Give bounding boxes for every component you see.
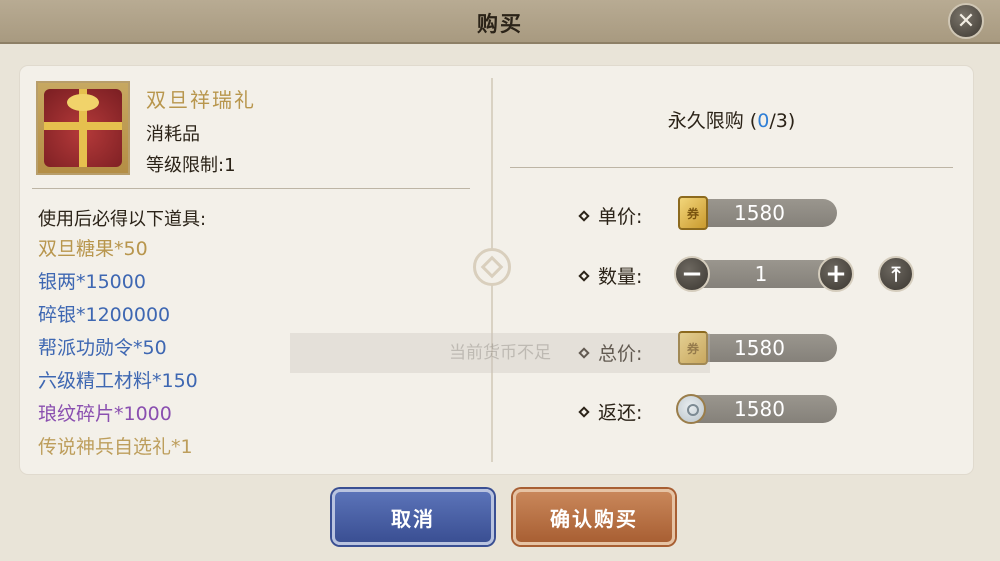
item-name: 双旦祥瑞礼 xyxy=(146,88,256,112)
limit-max: 3 xyxy=(775,110,788,132)
bullet-icon xyxy=(578,269,590,282)
unit-price-label: 单价: xyxy=(578,202,642,229)
max-icon: ⤒ xyxy=(891,262,901,286)
window-title: 购买 xyxy=(477,12,523,36)
cancel-button[interactable]: 取消 xyxy=(332,489,494,545)
bullet-icon xyxy=(578,405,590,418)
plus-icon: + xyxy=(825,259,847,289)
close-icon: ✕ xyxy=(956,8,976,34)
list-item: 六级精工材料*150 xyxy=(38,370,198,392)
item-type: 消耗品 xyxy=(146,124,200,145)
list-item: 银两*15000 xyxy=(38,271,146,293)
list-item: 传说神兵自选礼*1 xyxy=(38,436,193,458)
refund-label: 返还: xyxy=(578,398,642,425)
list-item: 帮派功勋令*50 xyxy=(38,337,167,359)
item-icon-frame xyxy=(36,81,130,175)
increase-button[interactable]: + xyxy=(818,256,854,292)
decrease-button[interactable]: − xyxy=(674,256,710,292)
quantity-label: 数量: xyxy=(578,262,642,289)
silver-coin-icon xyxy=(676,394,706,424)
contents-heading: 使用后必得以下道具: xyxy=(38,209,207,230)
gift-box-icon xyxy=(44,89,122,167)
right-divider xyxy=(510,167,953,168)
confirm-purchase-button[interactable]: 确认购买 xyxy=(513,489,675,545)
max-quantity-button[interactable]: ⤒ xyxy=(878,256,914,292)
left-divider xyxy=(32,188,470,189)
limit-prefix: 永久限购 ( xyxy=(667,110,758,132)
list-item: 琅纹碎片*1000 xyxy=(38,403,172,425)
toast-message: 当前货币不足 xyxy=(290,333,710,373)
close-button[interactable]: ✕ xyxy=(948,3,984,39)
limit-suffix: ) xyxy=(787,110,796,132)
list-item: 双旦糖果*50 xyxy=(38,238,148,260)
list-item: 碎银*1200000 xyxy=(38,304,171,326)
item-level-limit: 等级限制:1 xyxy=(146,155,236,176)
purchase-limit: 永久限购 (0/3) xyxy=(510,106,953,133)
gold-ticket-icon: 券 xyxy=(678,196,708,230)
purchase-panel: 双旦祥瑞礼 消耗品 等级限制:1 使用后必得以下道具: 双旦糖果*50 银两*1… xyxy=(20,66,973,474)
limit-bought: 0 xyxy=(757,110,770,132)
minus-icon: − xyxy=(681,259,703,289)
title-bar: 购买 ✕ xyxy=(0,0,1000,44)
contents-list: 双旦糖果*50 银两*15000 碎银*1200000 帮派功勋令*50 六级精… xyxy=(38,234,198,465)
ornament-icon xyxy=(473,248,511,286)
bullet-icon xyxy=(578,209,590,222)
